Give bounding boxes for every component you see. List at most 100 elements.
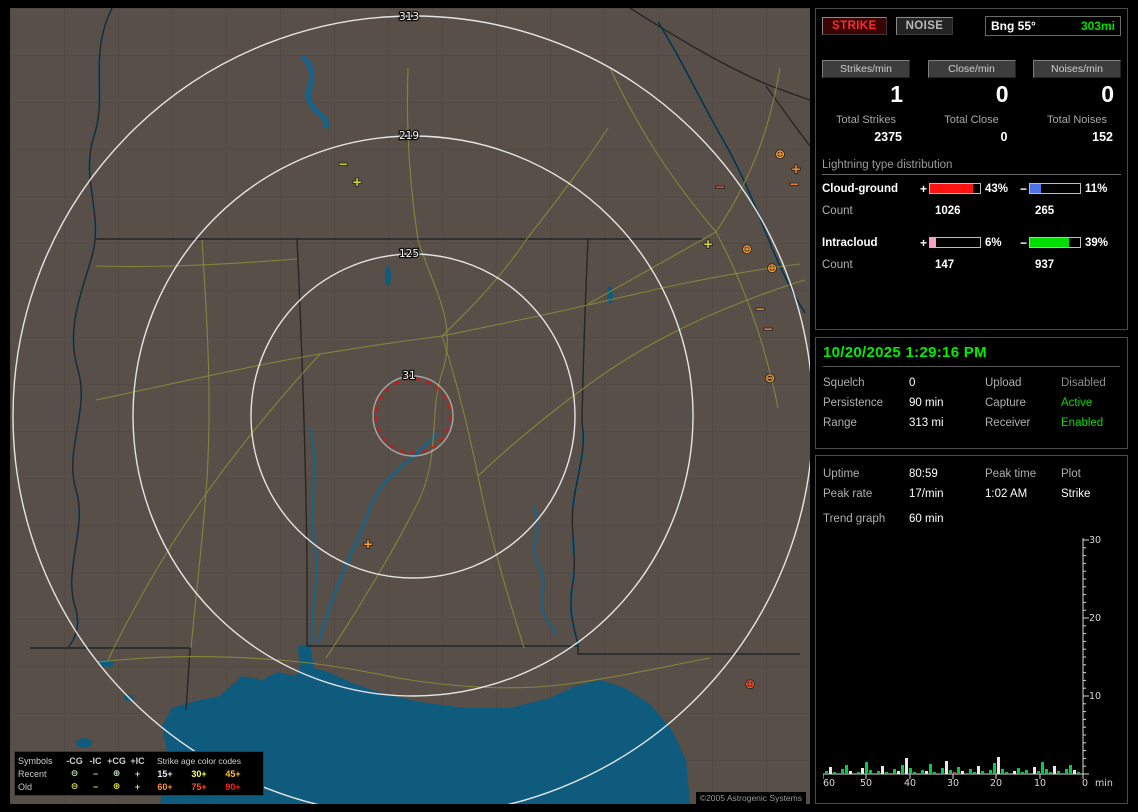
strike-toggle-button[interactable]: STRIKE (822, 17, 887, 35)
age-badge-30: 30+ (182, 769, 216, 779)
x-tick-30: 30 (947, 778, 959, 789)
strike-marker: ⊕ (745, 677, 755, 691)
total-strikes-label: Total Strikes (822, 114, 910, 126)
trend-chart: 30 20 10 60 50 40 30 20 10 0 min (823, 534, 1121, 792)
trend-axis-ticks (823, 540, 1089, 779)
peak-time-value: 1:02 AM (985, 484, 1061, 504)
total-close-value: 0 (928, 130, 1016, 144)
range-value: 313 mi (909, 413, 985, 433)
strike-marker: − (763, 322, 773, 336)
minus-sign: − (1018, 236, 1029, 250)
legend-age-title: Strike age color codes (148, 756, 250, 766)
squelch-label: Squelch (823, 373, 909, 393)
strike-marker: + (363, 537, 373, 551)
count-label: Count (822, 205, 918, 217)
circle-plus-icon: ⊕ (106, 781, 127, 792)
capture-status: Active (1061, 393, 1120, 413)
cloud-ground-count-row: Count 1026 265 (822, 200, 1121, 221)
plot-label: Plot (1061, 464, 1120, 484)
app-window: 313 219 125 31 −+⊕+−−+⊕⊕−−⊖+⊕ Symbols -C… (0, 0, 1138, 812)
cg-positive-count: 1026 (929, 205, 981, 217)
cg-positive-pct: 43% (981, 183, 1018, 195)
strike-marker: − (715, 180, 725, 194)
receiver-label: Receiver (985, 413, 1061, 433)
ring-label-31: 31 (402, 370, 415, 382)
legend-old-label: Old (18, 782, 64, 792)
distribution-title: Lightning type distribution (822, 159, 1121, 175)
ring-label-219: 219 (399, 130, 419, 142)
strike-marker: ⊕ (775, 147, 785, 161)
x-tick-60: 60 (823, 778, 835, 789)
ic-positive-pct: 6% (981, 237, 1018, 249)
plus-sign: + (918, 182, 929, 196)
trend-duration-value: 60 min (909, 513, 1120, 525)
x-tick-40: 40 (904, 778, 916, 789)
noise-toggle-button[interactable]: NOISE (896, 17, 954, 35)
copyright-text: ©2005 Astrogenic Systems (696, 792, 806, 804)
minus-icon: − (85, 782, 106, 792)
noises-per-min-button[interactable]: Noises/min (1033, 60, 1121, 78)
strike-marker: − (789, 177, 799, 191)
strike-marker: + (791, 162, 801, 176)
strikes-per-min-button[interactable]: Strikes/min (822, 60, 910, 78)
noises-per-min-value: 0 (1033, 81, 1121, 111)
ic-negative-bar (1029, 237, 1081, 248)
receiver-status: Enabled (1061, 413, 1120, 433)
uptime-value: 80:59 (909, 464, 985, 484)
minus-icon: − (85, 769, 106, 779)
intracloud-row: Intracloud + 6% − 39% (822, 231, 1121, 254)
total-noises-label: Total Noises (1033, 114, 1121, 126)
bearing-value: Bng 55° (991, 19, 1036, 33)
squelch-value: 0 (909, 373, 985, 393)
age-badge-75: 75+ (182, 782, 216, 792)
circle-minus-icon: ⊖ (64, 768, 85, 779)
x-tick-10: 10 (1034, 778, 1046, 789)
count-label: Count (822, 259, 918, 271)
circle-minus-icon: ⊖ (64, 781, 85, 792)
trend-panel: Uptime 80:59 Peak time Plot Peak rate 17… (815, 455, 1128, 804)
legend-row-recent: Recent ⊖ − ⊕ + 15+ 30+ 45+ (18, 767, 260, 780)
capture-label: Capture (985, 393, 1061, 413)
plot-value: Strike (1061, 484, 1120, 504)
noises-column: Noises/min 0 Total Noises 152 (1033, 60, 1121, 144)
y-tick-20: 20 (1089, 613, 1101, 624)
strikes-per-min-value: 1 (822, 81, 910, 111)
close-per-min-button[interactable]: Close/min (928, 60, 1016, 78)
strike-marker: − (755, 302, 765, 316)
age-badge-45: 45+ (216, 769, 250, 779)
legend-recent-label: Recent (18, 769, 64, 779)
upload-status: Disabled (1061, 373, 1120, 393)
range-label: Range (823, 413, 909, 433)
y-tick-10: 10 (1089, 691, 1101, 702)
ic-positive-bar (929, 237, 981, 248)
peak-rate-value: 17/min (909, 484, 985, 504)
strike-marker: ⊕ (742, 242, 752, 256)
age-badge-60: 60+ (148, 782, 182, 792)
legend-col-pcg: +CG (106, 756, 127, 766)
age-badge-15: 15+ (148, 769, 182, 779)
ring-label-125: 125 (399, 248, 419, 260)
strike-marker: − (338, 157, 348, 171)
x-tick-50: 50 (860, 778, 872, 789)
total-noises-value: 152 (1033, 130, 1121, 144)
map-area[interactable]: 313 219 125 31 −+⊕+−−+⊕⊕−−⊖+⊕ Symbols -C… (10, 8, 810, 804)
peak-time-label: Peak time (985, 464, 1061, 484)
circle-plus-icon: ⊕ (106, 768, 127, 779)
ic-negative-count: 937 (1029, 259, 1081, 271)
stats-panel: STRIKE NOISE Bng 55° 303mi Strikes/min 1… (815, 8, 1128, 330)
bearing-range-value: 303mi (1081, 19, 1115, 33)
cg-negative-pct: 11% (1081, 183, 1117, 195)
strikes-column: Strikes/min 1 Total Strikes 2375 (822, 60, 910, 144)
bearing-display: Bng 55° 303mi (985, 16, 1121, 36)
persistence-label: Persistence (823, 393, 909, 413)
peak-rate-label: Peak rate (823, 484, 909, 504)
ic-positive-count: 147 (929, 259, 981, 271)
trend-graph-label: Trend graph (823, 513, 909, 525)
map-svg[interactable]: 313 219 125 31 −+⊕+−−+⊕⊕−−⊖+⊕ (10, 8, 810, 804)
strike-marker: ⊕ (767, 261, 777, 275)
plus-sign: + (918, 236, 929, 250)
legend-col-ncg: -CG (64, 756, 85, 766)
x-tick-0: 0 (1082, 778, 1088, 789)
map-legend: Symbols -CG -IC +CG +IC Strike age color… (14, 751, 264, 796)
strike-marker: + (703, 237, 713, 251)
